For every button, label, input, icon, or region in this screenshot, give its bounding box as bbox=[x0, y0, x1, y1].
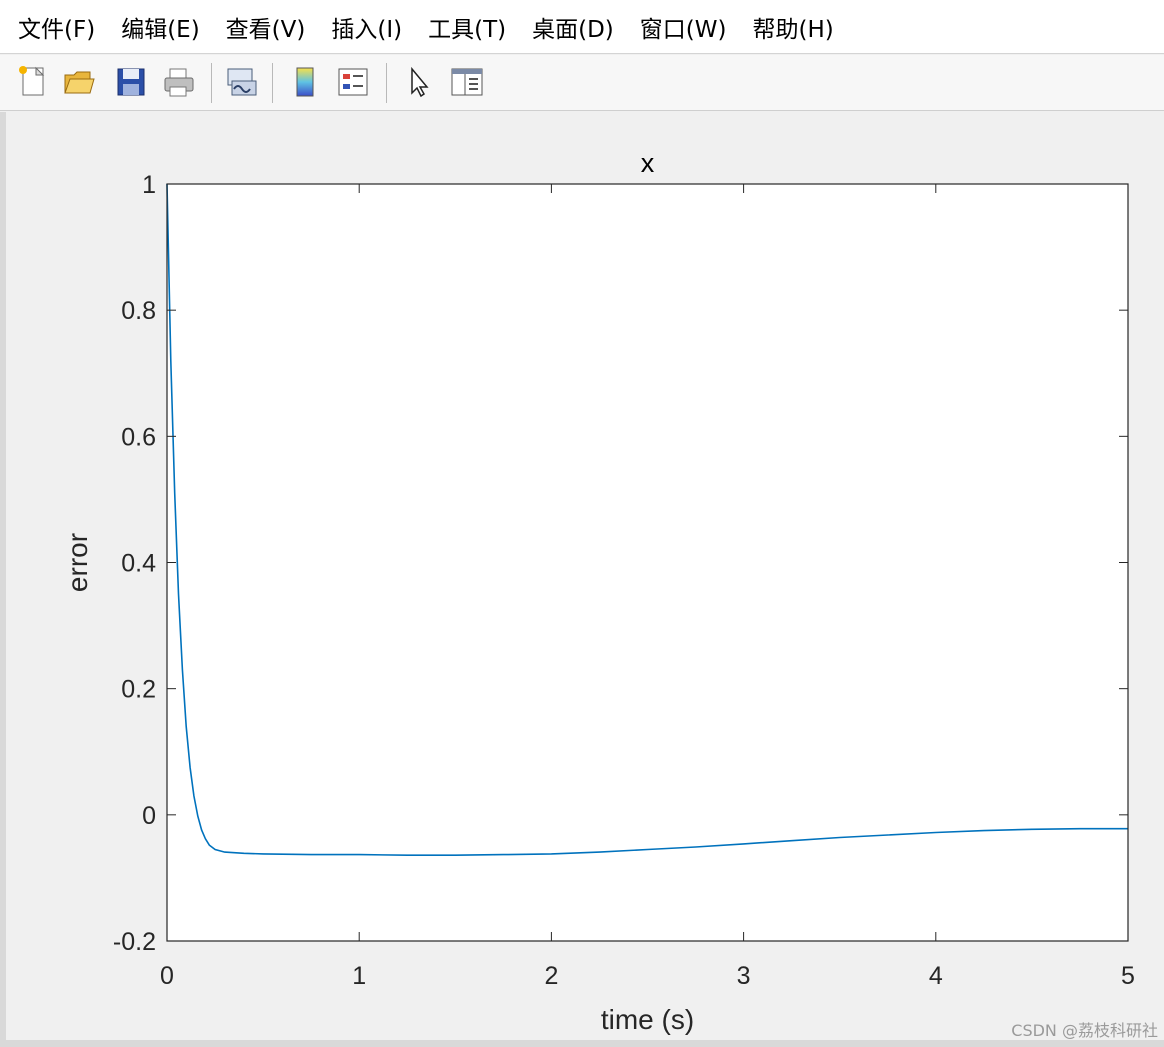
y-tick-label: 0 bbox=[142, 802, 156, 830]
x-tick-label: 2 bbox=[544, 962, 558, 990]
menu-item-7[interactable]: 帮助(H) bbox=[752, 10, 833, 44]
menu-item-6[interactable]: 窗口(W) bbox=[640, 10, 727, 44]
menu-bar: 文件(F) 编辑(E) 查看(V) 插入(I) 工具(T) 桌面(D) 窗口(W) 帮助(H) bbox=[0, 0, 1164, 54]
window-edge bbox=[0, 1040, 1164, 1047]
link-plot-icon[interactable] bbox=[222, 63, 260, 101]
watermark: CSDN @荔枝科研社 bbox=[1011, 1021, 1158, 1040]
property-inspector-icon[interactable] bbox=[448, 63, 486, 101]
y-tick-label: 0.8 bbox=[121, 297, 156, 325]
plot-area: 0 1 2 3 4 5-0.200.20.40.60.81xtime (s)error bbox=[62, 148, 1135, 1035]
axes-background bbox=[167, 184, 1128, 941]
toolbar bbox=[0, 55, 1164, 111]
menu-item-5[interactable]: 桌面(D) bbox=[532, 10, 614, 44]
menu-item-2[interactable]: 查看(V) bbox=[226, 10, 306, 44]
toolbar-separator bbox=[272, 63, 273, 103]
x-tick-label: 5 bbox=[1121, 962, 1135, 990]
menu-item-4[interactable]: 工具(T) bbox=[428, 10, 506, 44]
toolbar-separator bbox=[211, 63, 212, 103]
y-tick-label: 0.6 bbox=[121, 423, 156, 451]
menu-item-1[interactable]: 编辑(E) bbox=[121, 10, 199, 44]
y-tick-label: 0.2 bbox=[121, 676, 156, 704]
legend-icon[interactable] bbox=[334, 63, 372, 101]
toolbar-separator bbox=[386, 63, 387, 103]
y-tick-label: -0.2 bbox=[113, 928, 156, 956]
chart-title: x bbox=[641, 148, 655, 178]
y-tick-label: 0.4 bbox=[121, 550, 156, 578]
save-icon[interactable] bbox=[112, 63, 150, 101]
y-axis-label: error bbox=[62, 533, 93, 592]
x-tick-label: 3 bbox=[737, 962, 751, 990]
x-tick-label: 0 bbox=[160, 962, 174, 990]
x-tick-label: 1 bbox=[352, 962, 366, 990]
x-tick-label: 4 bbox=[929, 962, 943, 990]
open-file-icon[interactable] bbox=[60, 63, 98, 101]
menu-item-0[interactable]: 文件(F) bbox=[18, 10, 95, 44]
x-axis-label: time (s) bbox=[601, 1004, 694, 1035]
colorbar-icon[interactable] bbox=[286, 63, 324, 101]
print-icon[interactable] bbox=[160, 63, 198, 101]
figure-canvas: 0 1 2 3 4 5 -0.2 0 0.2 0.4 0.6 0.8 1 x time (s) error bbox=[6, 112, 1164, 1047]
new-figure-icon[interactable] bbox=[14, 63, 52, 101]
pointer-icon[interactable] bbox=[400, 63, 438, 101]
y-tick-label: 1 bbox=[142, 171, 156, 199]
menu-item-3[interactable]: 插入(I) bbox=[331, 10, 402, 44]
